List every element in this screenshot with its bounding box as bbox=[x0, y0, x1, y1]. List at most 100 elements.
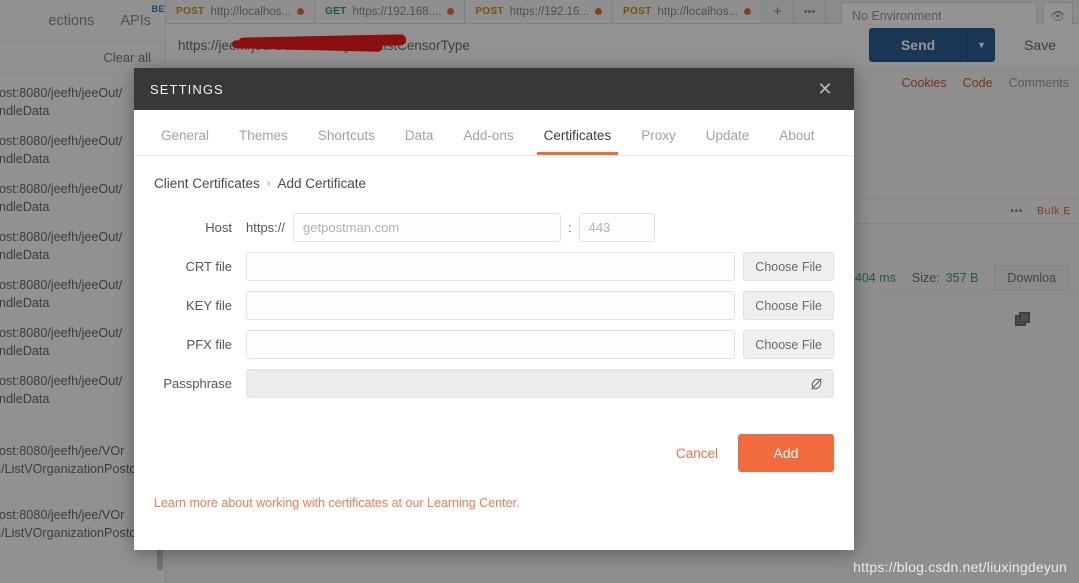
clear-all-label: Clear all bbox=[103, 50, 151, 65]
request-tab-url: https://192.16... bbox=[509, 5, 590, 18]
key-file-row: KEY file Choose File bbox=[154, 291, 834, 320]
watermark: https://blog.csdn.net/liuxingdeyun bbox=[853, 559, 1067, 575]
request-tab-strip: POST http://localhos... GET https://192.… bbox=[166, 0, 1079, 30]
host-port-separator: : bbox=[568, 220, 572, 235]
host-protocol-prefix: https:// bbox=[246, 220, 286, 235]
crt-file-input[interactable] bbox=[246, 252, 736, 281]
close-icon[interactable]: ✕ bbox=[812, 76, 838, 102]
download-button-label: Downloa bbox=[1007, 270, 1056, 285]
tab-about-label: About bbox=[779, 128, 815, 143]
tab-certificates-label: Certificates bbox=[543, 128, 612, 143]
learn-more-text: Learn more about working with certificat… bbox=[154, 496, 520, 510]
unsaved-dot-icon bbox=[447, 8, 455, 15]
cancel-button[interactable]: Cancel bbox=[662, 434, 732, 472]
crt-file-label: CRT file bbox=[185, 259, 232, 274]
request-tab-url: http://localhos... bbox=[657, 5, 739, 18]
modal-title: SETTINGS bbox=[150, 81, 224, 97]
request-tab[interactable]: POST http://localhos... bbox=[166, 0, 315, 23]
download-button[interactable]: Downloa bbox=[994, 264, 1069, 291]
tab-proxy-label: Proxy bbox=[641, 128, 676, 143]
key-choose-file-button[interactable]: Choose File bbox=[743, 291, 834, 320]
unsaved-dot-icon bbox=[744, 8, 752, 15]
key-file-input[interactable] bbox=[246, 291, 736, 320]
request-tab[interactable]: POST http://localhos... bbox=[613, 0, 763, 23]
pfx-file-input[interactable] bbox=[246, 330, 736, 359]
request-tab-method: POST bbox=[623, 6, 652, 17]
request-tab[interactable]: POST https://192.16... bbox=[465, 0, 614, 23]
response-time-value: 404 ms bbox=[854, 270, 896, 285]
tab-general[interactable]: General bbox=[146, 128, 224, 155]
plus-icon: + bbox=[773, 3, 782, 20]
key-file-label: KEY file bbox=[185, 298, 232, 313]
breadcrumb-root[interactable]: Client Certificates bbox=[154, 176, 260, 191]
send-options-button[interactable]: ▼ bbox=[967, 28, 996, 62]
sidebar-tab-apis[interactable]: APIs BETA bbox=[120, 4, 176, 29]
modal-header: SETTINGS ✕ bbox=[134, 68, 854, 110]
save-button[interactable]: Save bbox=[1009, 28, 1071, 62]
tab-general-label: General bbox=[161, 128, 210, 143]
request-tab-url: http://localhos... bbox=[210, 5, 291, 18]
environment-selected-label: No Environment bbox=[852, 9, 942, 23]
host-row: Host https:// : bbox=[154, 213, 834, 242]
url-input[interactable]: https://jeefh/jee/CensorAnalysisC/listCe… bbox=[174, 30, 869, 60]
send-button-label: Send bbox=[900, 37, 936, 53]
cookies-link[interactable]: Cookies bbox=[902, 76, 947, 90]
sidebar-tab-collections[interactable]: ections bbox=[48, 13, 94, 29]
new-tab-icon[interactable]: + bbox=[762, 0, 795, 23]
pfx-choose-file-button[interactable]: Choose File bbox=[743, 330, 834, 359]
tab-add-ons-label: Add-ons bbox=[463, 128, 514, 143]
sidebar-tab-collections-label: ections bbox=[48, 12, 95, 29]
request-tab-url: https://192.168.... bbox=[352, 5, 442, 18]
unsaved-dot-icon bbox=[595, 8, 603, 15]
tab-themes[interactable]: Themes bbox=[224, 128, 303, 155]
host-label: Host bbox=[205, 220, 232, 235]
modal-actions: Cancel Add bbox=[154, 408, 834, 472]
add-button[interactable]: Add bbox=[738, 434, 834, 472]
breadcrumb-current: Add Certificate bbox=[277, 176, 367, 191]
comments-link[interactable]: Comments bbox=[1009, 76, 1069, 90]
tab-about[interactable]: About bbox=[764, 128, 829, 155]
eye-slash-icon[interactable] bbox=[808, 375, 825, 392]
save-button-label: Save bbox=[1024, 37, 1056, 53]
passphrase-input[interactable] bbox=[246, 369, 834, 398]
sidebar-tab-apis-label: APIs bbox=[120, 12, 151, 29]
code-link[interactable]: Code bbox=[963, 76, 993, 90]
tab-add-ons[interactable]: Add-ons bbox=[448, 128, 528, 155]
pfx-file-label: PFX file bbox=[186, 337, 232, 352]
request-tab-method: GET bbox=[324, 6, 347, 17]
request-tab-method: POST bbox=[475, 6, 504, 17]
key-choose-file-label: Choose File bbox=[755, 298, 822, 313]
tab-data[interactable]: Data bbox=[390, 128, 449, 155]
tab-update[interactable]: Update bbox=[691, 128, 765, 155]
tab-shortcuts-label: Shortcuts bbox=[317, 128, 375, 143]
tab-shortcuts[interactable]: Shortcuts bbox=[303, 128, 390, 155]
port-input[interactable] bbox=[578, 213, 655, 242]
settings-tabs: General Themes Shortcuts Data Add-ons Ce… bbox=[134, 110, 854, 156]
history-item-line1: host:8080/jeefh/jee/VOr bbox=[0, 444, 125, 458]
crt-choose-file-button[interactable]: Choose File bbox=[743, 252, 834, 281]
host-input[interactable] bbox=[293, 213, 562, 242]
crt-file-row: CRT file Choose File bbox=[154, 252, 834, 281]
add-button-label: Add bbox=[773, 445, 799, 461]
url-prefix: https:// bbox=[178, 37, 219, 53]
bulk-edit-link[interactable]: Bulk E bbox=[1037, 205, 1071, 217]
tab-themes-label: Themes bbox=[239, 128, 288, 143]
response-size-value: 357 B bbox=[945, 270, 979, 285]
history-item-line1: host:8080/jeefh/jeeOut/ bbox=[0, 230, 123, 244]
tab-update-label: Update bbox=[705, 128, 750, 143]
tab-more-icon[interactable]: ••• bbox=[794, 0, 827, 23]
request-tab[interactable]: GET https://192.168.... bbox=[314, 0, 466, 23]
url-bar: https://jeefh/jee/CensorAnalysisC/listCe… bbox=[166, 24, 1079, 66]
send-button[interactable]: Send bbox=[869, 28, 968, 62]
params-more-icon[interactable]: ••• bbox=[1010, 205, 1023, 217]
tab-proxy[interactable]: Proxy bbox=[626, 128, 691, 155]
breadcrumb-separator-icon: › bbox=[266, 177, 271, 190]
breadcrumb: Client Certificates › Add Certificate bbox=[154, 176, 834, 191]
copy-icon[interactable] bbox=[1015, 312, 1031, 328]
history-item-line1: host:8080/jeefh/jeeOut/ bbox=[0, 134, 123, 148]
tab-certificates[interactable]: Certificates bbox=[529, 128, 627, 155]
history-item-line1: host:8080/jeefh/jeeOut/ bbox=[0, 182, 123, 196]
pfx-choose-file-label: Choose File bbox=[755, 337, 822, 352]
ellipsis-icon: ••• bbox=[803, 5, 816, 18]
learn-more-link[interactable]: Learn more about working with certificat… bbox=[154, 472, 834, 510]
